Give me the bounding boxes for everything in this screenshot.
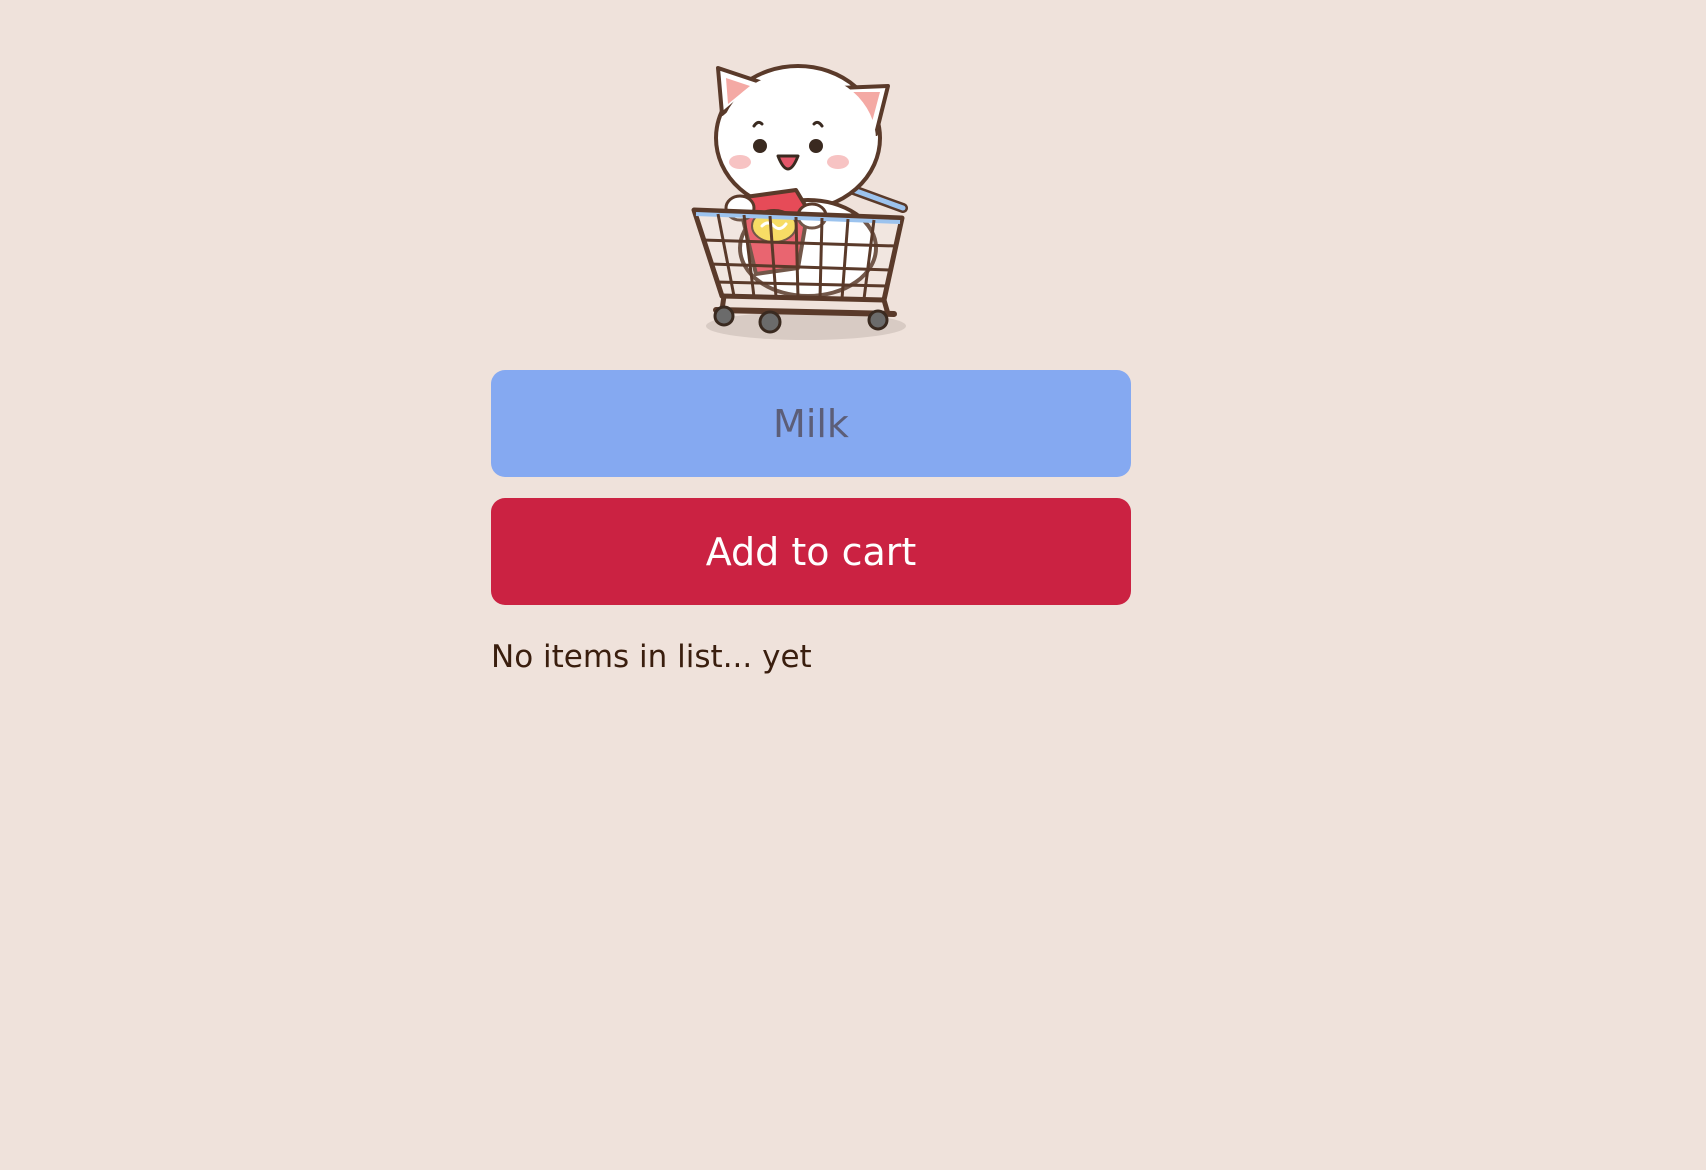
item-input[interactable]: [491, 370, 1131, 477]
cart-wheel: [713, 305, 735, 327]
cart-base: [713, 307, 897, 317]
empty-list-message: No items in list... yet: [491, 639, 812, 675]
cat-eye-left: [753, 139, 767, 153]
shopping-form: Add to cart No items in list... yet: [491, 370, 1131, 679]
cat-in-shopping-cart-icon: [691, 64, 908, 340]
cat-cheek-right: [827, 155, 849, 169]
cat-cheek-left: [729, 155, 751, 169]
cat-eye-right: [809, 139, 823, 153]
app-page: Add to cart No items in list... yet: [0, 0, 1706, 1170]
cart-wheel: [758, 310, 782, 334]
add-to-cart-button[interactable]: Add to cart: [491, 498, 1131, 605]
cart-wheel: [867, 309, 889, 331]
